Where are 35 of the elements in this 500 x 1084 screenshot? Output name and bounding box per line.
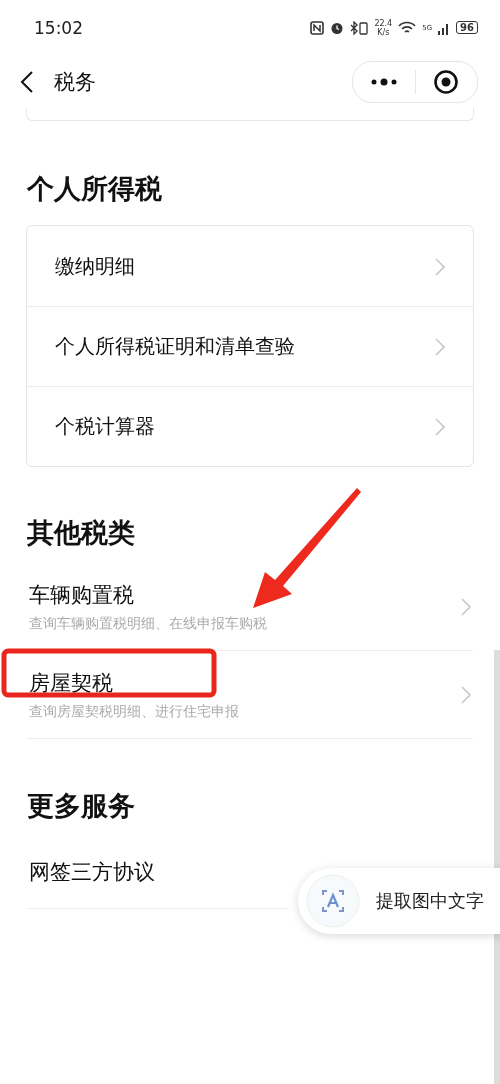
network-speed: 22.4 K/s [374,18,393,37]
page-title: 税务 [54,68,97,96]
chevron-right-icon [461,597,471,616]
item-label: 个税计算器 [55,413,155,440]
list-item[interactable]: 车辆购置税 查询车辆购置税明细、在线申报车购税 [27,562,473,650]
extract-text-button[interactable]: 提取图中文字 [298,868,500,934]
target-icon [433,68,460,95]
item-description: 查询房屋契税明细、进行住宅申报 [29,702,239,721]
section-title: 其他税类 [26,516,136,550]
item-description: 查询车辆购置税明细、在线申报车购税 [29,614,267,633]
item-label: 缴纳明细 [55,253,135,280]
list-item[interactable]: 网签三方协议 [27,835,289,909]
status-time: 15:02 [34,17,83,38]
chevron-right-icon [435,417,445,436]
item-label: 房屋契税 [29,669,113,697]
more-icon [369,77,398,86]
nfc-icon [310,20,325,35]
item-label: 个人所得税证明和清单查验 [55,333,295,360]
list-item[interactable]: 个税计算器 [27,386,473,466]
section-title: 更多服务 [26,789,136,823]
section-title: 个人所得税 [26,172,163,206]
wifi-icon [398,20,417,35]
battery-level: 96 [456,21,478,34]
item-label: 网签三方协议 [29,859,155,886]
back-icon[interactable] [20,69,34,94]
chevron-right-icon [435,337,445,356]
list-item[interactable]: 个人所得税证明和清单查验 [27,306,473,386]
list-item[interactable]: 房屋契税 查询房屋契税明细、进行住宅申报 [27,650,473,739]
chevron-right-icon [435,257,445,276]
text-scan-icon [306,874,360,928]
alarm-icon [330,20,345,35]
chevron-right-icon [461,685,471,704]
bluetooth-icon [350,20,369,35]
list-item[interactable]: 缴纳明细 [27,226,473,306]
item-label: 车辆购置税 [29,581,134,609]
